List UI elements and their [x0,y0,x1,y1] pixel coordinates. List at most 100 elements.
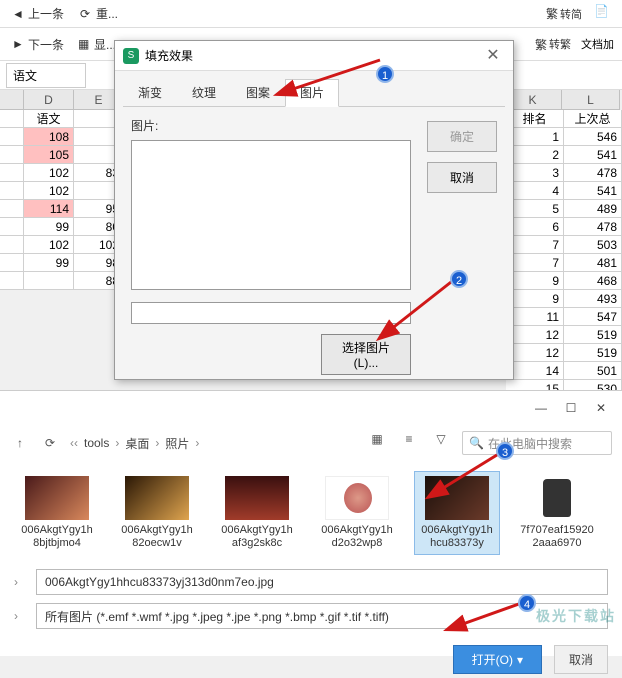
cell[interactable]: 5 [506,200,564,218]
cell[interactable]: 478 [564,164,622,182]
row-num[interactable] [0,164,24,182]
cell[interactable]: 481 [564,254,622,272]
cell[interactable]: 6 [506,218,564,236]
cancel-button[interactable]: 取消 [427,162,497,193]
picture-path-input[interactable] [131,302,411,324]
chevron-down-icon: ▾ [517,653,523,667]
cell[interactable]: 468 [564,272,622,290]
marker-4: 4 [518,594,536,612]
row-num[interactable] [0,254,24,272]
cell[interactable]: 541 [564,146,622,164]
row-hdr-corner[interactable] [0,90,24,110]
right-icon: ► [12,37,26,51]
cell[interactable]: 108 [24,128,74,146]
select-picture-button[interactable]: 选择图片(L)... [321,334,411,375]
row-num[interactable] [0,218,24,236]
tab-pattern[interactable]: 图案 [231,79,285,106]
left-columns: 语文 10810510283102114959980102102999888 [0,110,124,290]
cell[interactable]: 1 [506,128,564,146]
file-item[interactable]: 006AkgtYgy1hhcu83373y [414,471,500,555]
dialog-title: 填充效果 [145,47,193,64]
cell[interactable]: 12 [506,344,564,362]
thumbnail [25,476,89,520]
cell[interactable]: 547 [564,308,622,326]
close-icon[interactable]: ✕ [481,44,505,68]
breadcrumb[interactable]: ‹‹ tools› 桌面› 照片› [70,433,356,454]
dialog-titlebar[interactable]: S 填充效果 ✕ [115,41,513,71]
name-box[interactable]: 语文 [6,63,86,88]
trad-btn[interactable]: 繁转繁 [531,34,575,55]
refresh-btn[interactable]: ⟳重... [76,3,122,24]
cell[interactable]: 7 [506,236,564,254]
cell[interactable] [24,272,74,290]
cell[interactable]: 105 [24,146,74,164]
file-item[interactable]: 006AkgtYgy1h82oecw1v [114,471,200,555]
tab-gradient[interactable]: 渐变 [123,79,177,106]
cell[interactable]: 114 [24,200,74,218]
row-num[interactable] [0,128,24,146]
cell[interactable]: 14 [506,362,564,380]
minimize-icon[interactable]: — [528,395,554,421]
row-num[interactable] [0,146,24,164]
col-D[interactable]: D [24,90,74,110]
file-item[interactable]: 006AkgtYgy1hd2o32wp8 [314,471,400,555]
cell[interactable]: 12 [506,326,564,344]
cell[interactable]: 2 [506,146,564,164]
hdr-D[interactable]: 语文 [24,110,74,128]
dropdown-icon[interactable]: › [14,575,28,589]
ok-button[interactable]: 确定 [427,121,497,152]
next-btn[interactable]: ►下一条 [8,34,68,55]
cell[interactable]: 3 [506,164,564,182]
cell[interactable]: 489 [564,200,622,218]
cell[interactable]: 519 [564,326,622,344]
cell[interactable]: 11 [506,308,564,326]
row-num[interactable] [0,182,24,200]
file-item[interactable]: 006AkgtYgy1haf3g2sk8c [214,471,300,555]
prev-btn[interactable]: ◄上一条 [8,3,68,24]
cell[interactable]: 478 [564,218,622,236]
cell[interactable]: 102 [24,182,74,200]
hdr-K[interactable]: 排名 [506,110,564,128]
up-icon[interactable]: ↑ [10,433,30,453]
filename-input[interactable] [36,569,608,595]
cell[interactable]: 503 [564,236,622,254]
cell[interactable]: 519 [564,344,622,362]
row-num[interactable] [0,200,24,218]
cell[interactable]: 546 [564,128,622,146]
cell[interactable]: 541 [564,182,622,200]
cell[interactable]: 99 [24,218,74,236]
sort-icon[interactable]: ≡ [398,432,420,454]
cell[interactable]: 99 [24,254,74,272]
refresh-icon[interactable]: ⟳ [40,433,60,453]
file-item[interactable]: 7f707eaf159202aaa6970 [514,471,600,555]
cell[interactable]: 102 [24,164,74,182]
cell[interactable]: 9 [506,290,564,308]
cell[interactable]: 9 [506,272,564,290]
doc-add-btn[interactable]: 📄 [594,4,614,24]
dropdown-icon[interactable]: › [14,609,28,623]
cell[interactable]: 102 [24,236,74,254]
picture-preview [131,140,411,290]
file-item[interactable]: 006AkgtYgy1h8bjtbjmo4 [14,471,100,555]
cell[interactable]: 7 [506,254,564,272]
file-name: 006AkgtYgy1haf3g2sk8c [219,524,295,550]
close-icon[interactable]: ✕ [588,395,614,421]
cell[interactable]: 4 [506,182,564,200]
open-button[interactable]: 打开(O)▾ [453,645,542,674]
row-num[interactable] [0,236,24,254]
view-mode-icon[interactable]: ▦ [366,432,388,454]
maximize-icon[interactable]: ☐ [558,395,584,421]
row-num[interactable] [0,272,24,290]
col-L[interactable]: L [562,90,620,110]
hdr-L[interactable]: 上次总 [564,110,622,128]
ribbon-row1: ◄上一条 ⟳重... 繁转简 📄 [0,0,622,28]
cell[interactable]: 501 [564,362,622,380]
row-num[interactable] [0,110,24,128]
tab-picture[interactable]: 图片 [285,79,339,107]
tab-texture[interactable]: 纹理 [177,79,231,106]
cancel-button[interactable]: 取消 [554,645,608,674]
search-input[interactable]: 🔍在此电脑中搜索 [462,431,612,455]
cell[interactable]: 493 [564,290,622,308]
filter-icon[interactable]: ▽ [430,432,452,454]
simplify-btn[interactable]: 繁转简 [542,3,586,24]
